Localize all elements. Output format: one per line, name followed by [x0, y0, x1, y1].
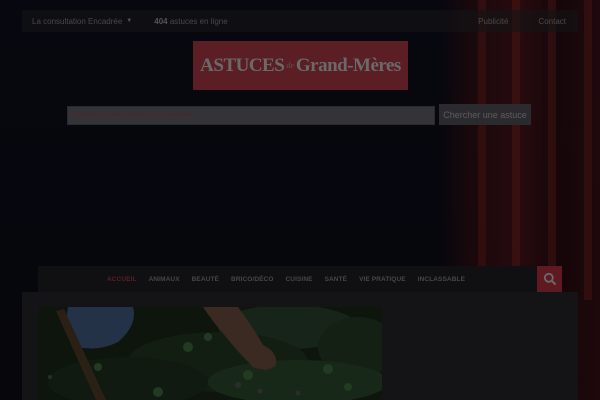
- site-logo[interactable]: ASTUCES de Grand-Mères: [193, 41, 408, 90]
- nav-search-button[interactable]: [537, 266, 562, 292]
- curtain-decoration: [584, 0, 592, 300]
- main-nav: ACCUEIL ANIMAUX BEAUTÉ BRICO/DÉCO CUISIN…: [38, 266, 562, 292]
- nav-item-cuisine[interactable]: CUISINE: [280, 276, 319, 283]
- logo-text-grand-meres: Grand-Mères: [295, 54, 401, 76]
- online-counter: 404 astuces en ligne: [154, 17, 227, 26]
- search-icon: [543, 272, 556, 286]
- curtain-decoration: [548, 0, 556, 300]
- curtain-decoration: [478, 0, 486, 300]
- consultation-label: La consultation Encadrée: [32, 16, 123, 26]
- nav-item-inclassable[interactable]: INCLASSABLE: [412, 276, 471, 283]
- garden-photo-image: [38, 307, 382, 400]
- nav-item-sante[interactable]: SANTÉ: [319, 276, 354, 283]
- consultation-dropdown[interactable]: La consultation Encadrée ▼: [32, 17, 132, 26]
- search-button[interactable]: Chercher une astuce: [439, 104, 531, 125]
- online-suffix: astuces en ligne: [169, 16, 228, 26]
- nav-item-accueil[interactable]: ACCUEIL: [101, 276, 143, 283]
- contact-link[interactable]: Contact: [538, 17, 566, 26]
- article-photo[interactable]: [38, 307, 382, 400]
- search-input[interactable]: Rechercher dans plus de 1000 astuces de …: [67, 106, 435, 125]
- caret-down-icon: ▼: [126, 18, 133, 24]
- top-bar: La consultation Encadrée ▼ 404 astuces e…: [22, 10, 578, 32]
- nav-item-beaute[interactable]: BEAUTÉ: [186, 276, 225, 283]
- nav-item-animaux[interactable]: ANIMAUX: [143, 276, 186, 283]
- curtain-decoration: [512, 0, 520, 300]
- logo-text-astuces: ASTUCES: [200, 54, 285, 76]
- logo-text-de: de: [286, 61, 294, 70]
- nav-items: ACCUEIL ANIMAUX BEAUTÉ BRICO/DÉCO CUISIN…: [101, 276, 471, 283]
- publicite-link[interactable]: Publicité: [478, 17, 508, 26]
- online-count: 404: [154, 16, 168, 26]
- nav-item-brico-deco[interactable]: BRICO/DÉCO: [225, 276, 280, 283]
- nav-item-vie-pratique[interactable]: VIE PRATIQUE: [353, 276, 412, 283]
- top-links: Publicité Contact: [478, 17, 566, 26]
